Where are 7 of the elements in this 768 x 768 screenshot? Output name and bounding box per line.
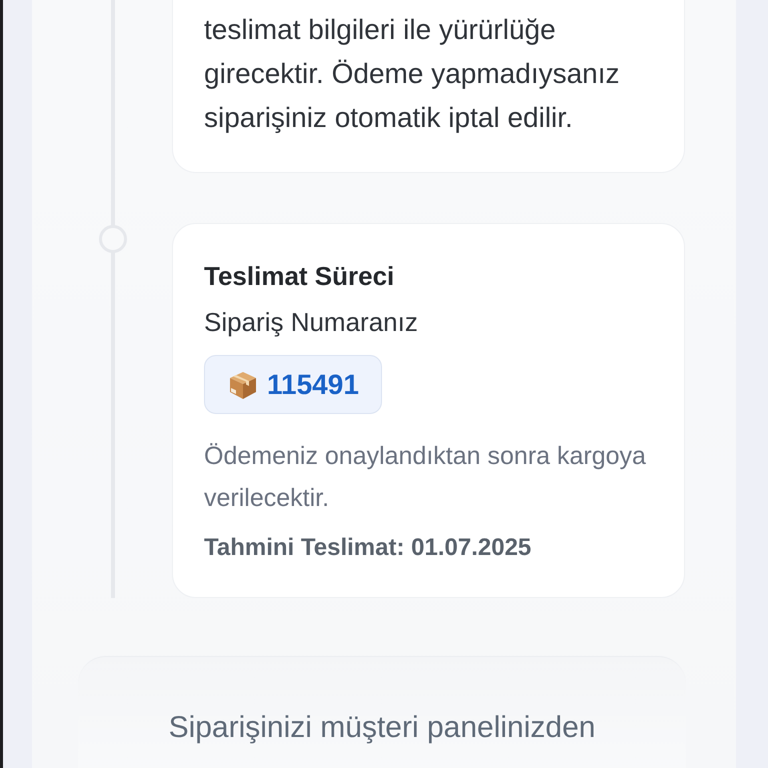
order-number: 115491: [267, 368, 359, 402]
card-text: teslimat bilgileri ile yürürlüğe girecektir. Ödeme yapmadıysanız siparişiniz otomatik iptal edilir.: [204, 13, 621, 135]
card-subtitle: Sipariş Numaranız: [204, 306, 419, 338]
footer-text: Siparişinizi müşteri panelinizden: [168, 710, 596, 746]
card-title: Teslimat Süreci: [204, 260, 396, 292]
card-description: Ödemeniz onaylandıktan sonra kargoya verilecektir.: [204, 441, 647, 514]
delivery-estimate: Tahmini Teslimat: 01.07.2025: [204, 533, 532, 563]
